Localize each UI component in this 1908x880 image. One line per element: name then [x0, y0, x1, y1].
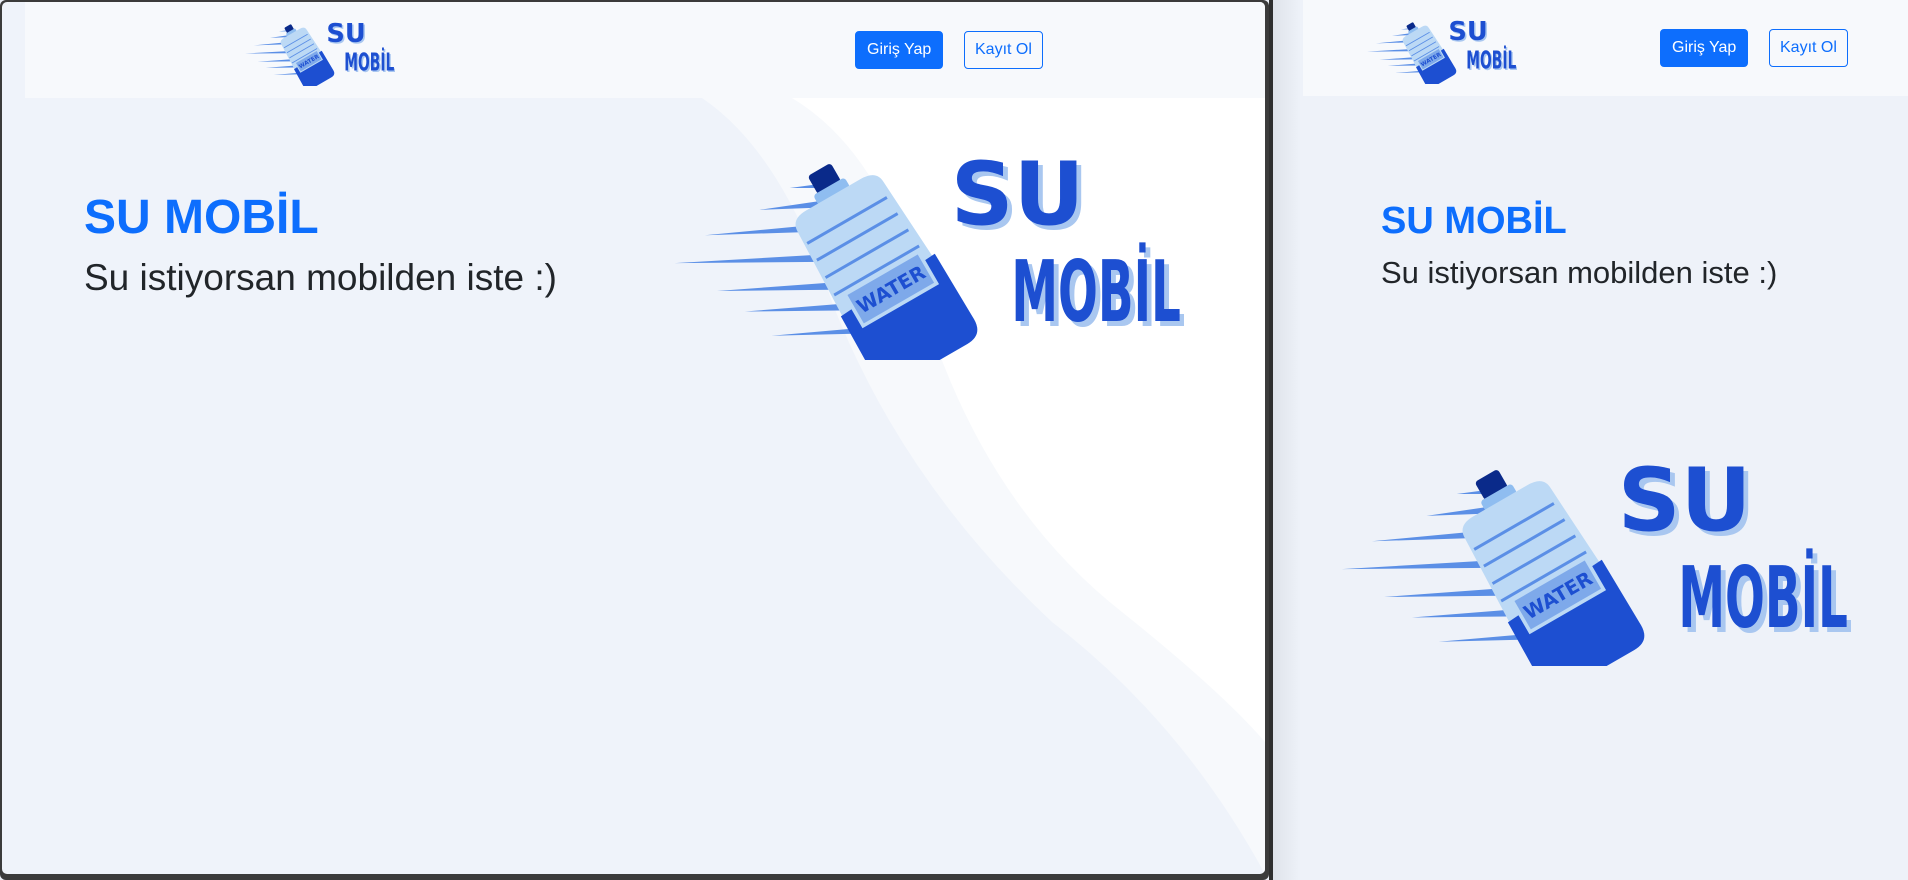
- hero-subtitle: Su istiyorsan mobilden iste :): [1381, 255, 1778, 290]
- water-bottle-logo-icon[interactable]: [245, 14, 395, 86]
- hero-subtitle: Su istiyorsan mobilden iste :): [84, 257, 557, 298]
- navbar: Giriş Yap Kayıt Ol: [25, 2, 1265, 98]
- water-bottle-logo-icon[interactable]: [1367, 12, 1517, 84]
- screen: Giriş Yap Kayıt Ol SU MOBİL Su istiyorsa…: [0, 0, 1908, 880]
- water-bottle-logo-icon: [674, 142, 1184, 360]
- pane-shadow: [1273, 0, 1301, 880]
- register-button[interactable]: Kayıt Ol: [964, 31, 1043, 69]
- hero-title: SU MOBİL: [1381, 200, 1567, 242]
- desktop-window: Giriş Yap Kayıt Ol SU MOBİL Su istiyorsa…: [0, 0, 1269, 880]
- background-wave: [702, 98, 1265, 874]
- login-button[interactable]: Giriş Yap: [855, 31, 944, 69]
- navbar: Giriş Yap Kayıt Ol: [1303, 0, 1908, 96]
- water-bottle-logo-icon: [1341, 448, 1851, 666]
- register-button[interactable]: Kayıt Ol: [1769, 29, 1848, 67]
- desktop-page: Giriş Yap Kayıt Ol SU MOBİL Su istiyorsa…: [2, 2, 1265, 874]
- login-button[interactable]: Giriş Yap: [1660, 29, 1749, 67]
- mobile-page: Giriş Yap Kayıt Ol SU MOBİL Su istiyorsa…: [1273, 0, 1908, 880]
- hero-title: SU MOBİL: [84, 191, 319, 244]
